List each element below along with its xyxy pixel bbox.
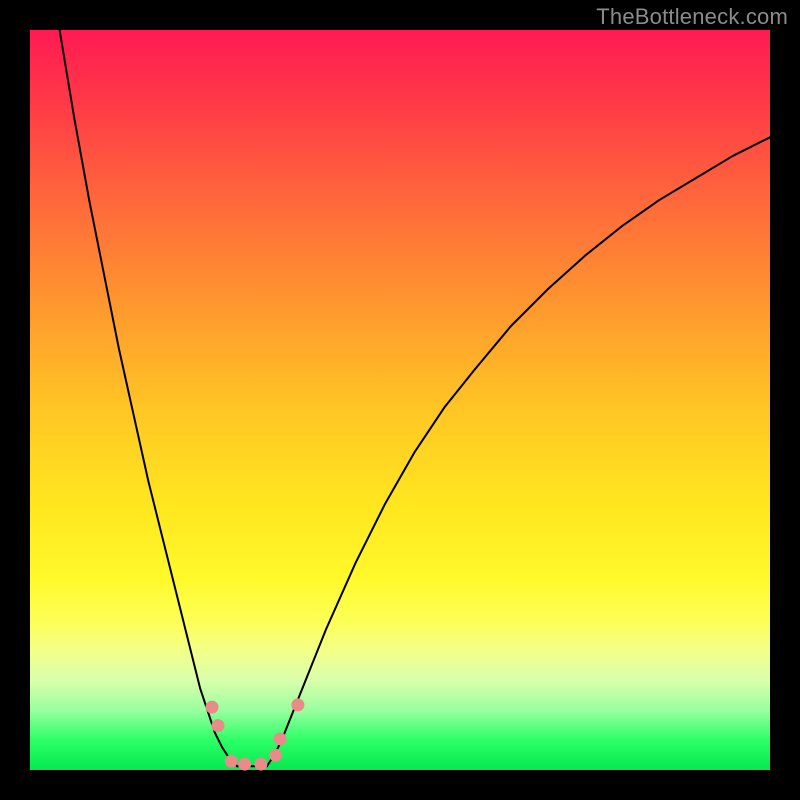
data-point-7: [291, 698, 304, 711]
data-point-6: [274, 732, 287, 745]
data-point-4: [254, 758, 267, 771]
watermark-text: TheBottleneck.com: [596, 4, 788, 30]
series-group: [60, 30, 770, 766]
plot-area: [30, 30, 770, 770]
data-point-2: [225, 755, 238, 768]
data-point-1: [211, 719, 224, 732]
series-right-branch: [267, 137, 770, 766]
marker-group: [206, 698, 305, 770]
data-point-3: [238, 758, 251, 771]
data-point-0: [206, 701, 219, 714]
series-left-branch: [60, 30, 238, 766]
data-point-5: [269, 749, 282, 762]
chart-svg: [30, 30, 770, 770]
chart-frame: TheBottleneck.com: [0, 0, 800, 800]
